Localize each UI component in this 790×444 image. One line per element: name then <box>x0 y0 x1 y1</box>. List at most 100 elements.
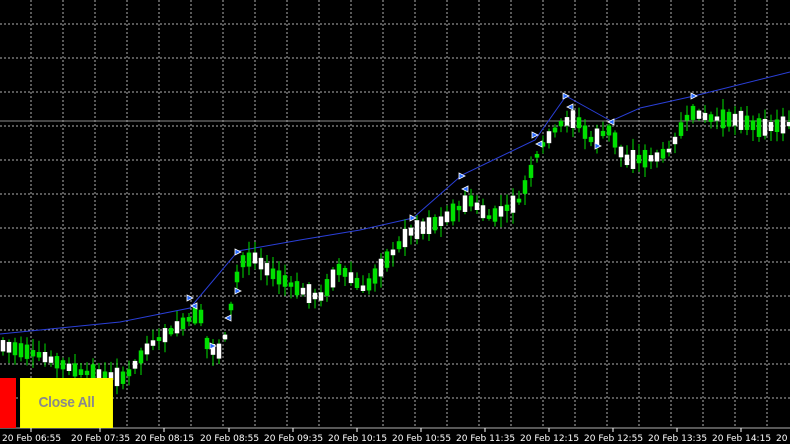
candle-bear <box>684 114 690 121</box>
candle-bull <box>42 352 48 363</box>
candle-bear <box>366 278 372 291</box>
candle-bear <box>156 337 162 342</box>
candle-bear <box>384 251 390 268</box>
candle-bull <box>426 217 432 235</box>
time-axis-label: 20 Feb 13:35 <box>648 434 707 444</box>
candle-bear <box>642 149 648 168</box>
candle-bull <box>66 363 72 371</box>
candle-bull <box>630 149 636 169</box>
candle-bear <box>324 279 330 296</box>
candle-bull <box>360 285 366 292</box>
candle-bull <box>0 340 6 352</box>
candle-bull <box>570 110 576 129</box>
candle-bull <box>312 292 318 300</box>
candle-bull <box>408 227 414 236</box>
candle-bull <box>594 128 600 145</box>
time-axis-label: 20 Feb 09:35 <box>264 434 323 444</box>
candle-bear <box>204 337 210 350</box>
time-axis-label: 20 Feb 12:15 <box>520 434 579 444</box>
time-axis-label: 20 Feb 14:15 <box>712 434 771 444</box>
candle-bear <box>726 111 732 127</box>
candle-bull <box>348 272 354 284</box>
time-axis-label: 20 Feb 10:55 <box>392 434 451 444</box>
candle-bull <box>414 220 420 240</box>
candle-bull <box>438 216 444 227</box>
candle-bull <box>618 146 624 158</box>
candle-bull <box>768 122 774 132</box>
candle-bear <box>750 120 756 131</box>
candle-bear <box>468 195 474 207</box>
candle-bull <box>654 152 660 162</box>
candle-bear <box>450 203 456 222</box>
candle-bear <box>342 268 348 277</box>
candle-bull <box>732 113 738 126</box>
candle-bear <box>612 132 618 148</box>
candle-bear <box>180 317 186 330</box>
candle-bear <box>582 125 588 139</box>
candle-bear <box>678 122 684 136</box>
candle-bear <box>600 130 606 137</box>
candle-bull <box>48 356 54 363</box>
candle-bull <box>444 211 450 223</box>
close-all-button[interactable]: Close All <box>20 378 113 428</box>
candle-bull <box>702 112 708 121</box>
candle-bear <box>30 350 36 357</box>
candle-bear <box>276 270 282 285</box>
candle-bear <box>354 277 360 288</box>
candle-bull <box>474 202 480 210</box>
candle-bear <box>18 343 24 358</box>
candle-bear <box>558 120 564 127</box>
candle-bull <box>738 110 744 130</box>
candle-bull <box>510 195 516 213</box>
close-all-label: Close All <box>38 394 95 411</box>
candle-bear <box>228 303 234 311</box>
candle-bull <box>174 321 180 334</box>
candle-bear <box>774 119 780 132</box>
candle-bear <box>486 215 492 219</box>
candle-bear <box>270 268 276 280</box>
candle-bull <box>216 343 222 359</box>
candle-bull <box>330 269 336 288</box>
candle-bull <box>114 367 120 387</box>
candle-bull <box>252 252 258 264</box>
candle-bull <box>624 154 630 166</box>
candle-bear <box>186 317 192 322</box>
candle-bull <box>696 110 702 119</box>
candle-bear <box>522 180 528 194</box>
candle-bear <box>288 282 294 287</box>
candle-bear <box>504 204 510 211</box>
candle-bear <box>24 344 30 359</box>
candle-bear <box>282 275 288 287</box>
candle-bull <box>6 341 12 353</box>
candle-bear <box>588 136 594 143</box>
candle-bull <box>666 148 672 153</box>
candle-bear <box>54 356 60 369</box>
candle-bull <box>318 292 324 301</box>
candle-bull <box>672 136 678 145</box>
candle-bull <box>402 228 408 248</box>
time-axis-label: 20 Feb 12:55 <box>584 434 643 444</box>
candle-bear <box>138 350 144 364</box>
candle-bull <box>144 343 150 355</box>
candle-bull <box>222 334 228 340</box>
candle-bear <box>660 148 666 159</box>
time-axis-label: 20 Feb 07:35 <box>71 434 130 444</box>
candle-bull <box>306 284 312 304</box>
price-chart[interactable]: 20 Feb 06:55 20 Feb 07:35 20 Feb 08:15 20 F… <box>0 0 790 444</box>
candle-bear <box>492 208 498 222</box>
candle-bull <box>258 257 264 270</box>
candle-bull <box>378 258 384 277</box>
candle-bear <box>126 369 132 377</box>
candle-bull <box>480 205 486 219</box>
candle-bear <box>372 268 378 284</box>
candle-bear <box>396 241 402 250</box>
candle-bull <box>264 263 270 276</box>
candle-bull <box>648 155 654 162</box>
candle-bull <box>780 116 786 134</box>
candle-bear <box>606 125 612 136</box>
candle-bear <box>636 154 642 164</box>
candle-bear <box>294 281 300 296</box>
candle-bull <box>300 287 306 295</box>
candle-bear <box>84 370 90 376</box>
candle-bull <box>564 117 570 126</box>
